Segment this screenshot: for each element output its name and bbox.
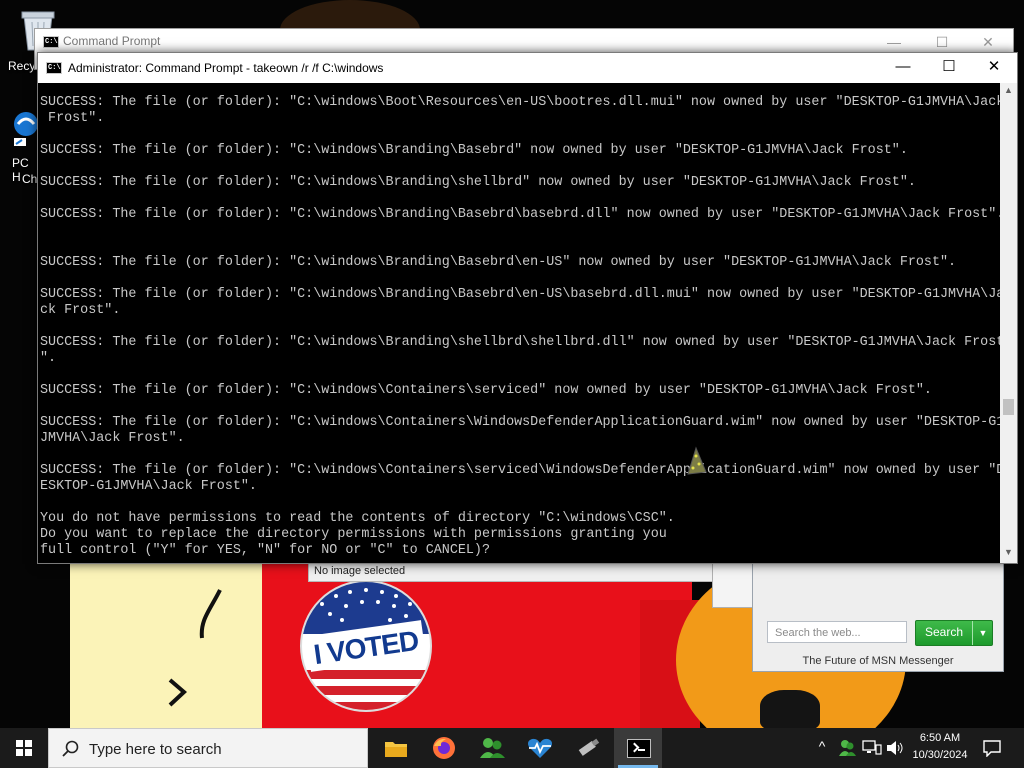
- sticker-stripe: [302, 702, 430, 710]
- sticker-stripe: [302, 670, 430, 679]
- console-line: SUCCESS: The file (or folder): "C:\windo…: [40, 143, 908, 158]
- taskbar-app-health-monitor[interactable]: [516, 728, 564, 768]
- volume-icon[interactable]: [886, 740, 904, 756]
- firefox-icon: [433, 737, 455, 759]
- sticker-stripe: [302, 686, 430, 695]
- minimize-button[interactable]: —: [880, 53, 926, 83]
- desktop-icon-pc-health[interactable]: PC H Ch: [0, 108, 40, 188]
- pc-health-icon: [14, 112, 38, 146]
- image-viewer-side-pane: [712, 562, 754, 608]
- console-line: SUCCESS: The file (or folder): "C:\windo…: [40, 255, 957, 270]
- scroll-down-icon[interactable]: ▼: [1000, 547, 1017, 561]
- close-button[interactable]: ✕: [971, 53, 1017, 83]
- prompt-underscore: [638, 749, 645, 751]
- console-line: JMVHA\Jack Frost".: [40, 431, 185, 446]
- heartbeat-icon: [528, 738, 552, 758]
- folder-icon: [385, 742, 407, 757]
- command-prompt-window[interactable]: C:\ Administrator: Command Prompt - take…: [37, 52, 1018, 564]
- taskbar: Type here to search ^ 6:50 AM 10/30/2024: [0, 728, 1024, 768]
- people-tray-icon[interactable]: [838, 738, 856, 758]
- msn-footer-text: The Future of MSN Messenger: [802, 655, 954, 667]
- taskbar-app-file-explorer[interactable]: [372, 728, 420, 768]
- i-voted-sticker: I VOTED: [300, 580, 432, 712]
- wallpaper-scribble: [168, 589, 222, 707]
- console-line: SUCCESS: The file (or folder): "C:\windo…: [40, 415, 1000, 430]
- windows-logo-icon: [16, 740, 32, 756]
- notifications-icon[interactable]: [982, 739, 1002, 757]
- scrollbar-thumb[interactable]: [1003, 399, 1014, 415]
- console-line: SUCCESS: The file (or folder): "C:\windo…: [40, 287, 1000, 302]
- console-line: ck Frost".: [40, 303, 121, 318]
- title-bar[interactable]: C:\ Administrator: Command Prompt - take…: [38, 53, 1017, 83]
- console-line: full control ("Y" for YES, "N" for NO or…: [40, 543, 490, 558]
- console-line: SUCCESS: The file (or folder): "C:\windo…: [40, 335, 1000, 350]
- cmd-icon: C:\: [46, 62, 62, 74]
- cmd-icon: C:\: [43, 36, 59, 48]
- msn-messenger-window: Search the web... Search ▼ The Future of…: [752, 560, 1004, 672]
- messenger-icon: [480, 738, 505, 758]
- msn-search-input[interactable]: Search the web...: [767, 621, 907, 643]
- search-placeholder: Type here to search: [89, 741, 222, 758]
- maximize-button[interactable]: ☐: [926, 53, 972, 83]
- vertical-scrollbar[interactable]: ▲ ▼: [1000, 83, 1017, 563]
- console-line: Frost".: [40, 111, 105, 126]
- console-output[interactable]: SUCCESS: The file (or folder): "C:\windo…: [40, 95, 1000, 563]
- console-line: You do not have permissions to read the …: [40, 511, 675, 526]
- desktop-icon-label-line2: Ch: [22, 172, 38, 186]
- clock-time[interactable]: 6:50 AM: [906, 732, 974, 744]
- usb-drive-icon: [578, 738, 600, 756]
- network-icon[interactable]: [862, 740, 882, 756]
- start-button[interactable]: [0, 728, 48, 768]
- console-line: ".: [40, 351, 57, 366]
- console-line: SUCCESS: The file (or folder): "C:\windo…: [40, 207, 1000, 222]
- console-line: Do you want to replace the directory per…: [40, 527, 667, 542]
- window-title: Administrator: Command Prompt - takeown …: [68, 61, 384, 75]
- image-viewer-status: No image selected: [314, 565, 406, 577]
- msn-search-button[interactable]: Search ▼: [915, 620, 993, 646]
- terminal-icon: [627, 739, 651, 758]
- clock-date[interactable]: 10/30/2024: [906, 749, 974, 761]
- taskbar-app-usb-tool[interactable]: [564, 728, 612, 768]
- image-viewer-statusbar: No image selected: [308, 562, 782, 582]
- taskbar-app-messenger[interactable]: [468, 728, 516, 768]
- search-icon: [62, 740, 79, 757]
- wallpaper-pumpkin-eye: [760, 690, 820, 728]
- console-line: SUCCESS: The file (or folder): "C:\windo…: [40, 95, 1000, 110]
- taskbar-search-box[interactable]: Type here to search: [48, 728, 368, 768]
- console-line: SUCCESS: The file (or folder): "C:\windo…: [40, 463, 1000, 478]
- taskbar-app-command-prompt[interactable]: [614, 728, 662, 768]
- msn-search-button-label: Search: [924, 625, 964, 639]
- show-hidden-icons-chevron-icon[interactable]: ^: [814, 738, 830, 754]
- wallpaper-yellow-panel: [70, 560, 270, 728]
- console-line: ESKTOP-G1JMVHA\Jack Frost".: [40, 479, 257, 494]
- scroll-up-icon[interactable]: ▲: [1000, 85, 1017, 99]
- console-line: SUCCESS: The file (or folder): "C:\windo…: [40, 383, 932, 398]
- window-title: Command Prompt: [63, 34, 161, 48]
- console-line: SUCCESS: The file (or folder): "C:\windo…: [40, 175, 916, 190]
- mouse-cursor-icon: [687, 446, 707, 475]
- taskbar-app-firefox[interactable]: [420, 728, 468, 768]
- chevron-down-icon[interactable]: ▼: [972, 621, 993, 645]
